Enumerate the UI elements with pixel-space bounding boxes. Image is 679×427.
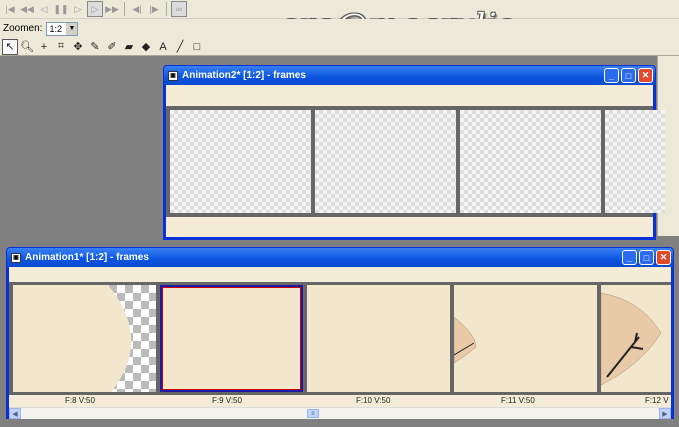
crosshair-icon[interactable]: +	[36, 39, 52, 55]
scroll-thumb[interactable]: ≡	[306, 409, 319, 418]
frame-label: F:10 V:50	[356, 396, 391, 405]
zoom-toolbar: Zoomen: 1:2 ▼	[0, 19, 679, 38]
zoom-value: 1:2	[49, 23, 62, 34]
tools-toolbar: ↖ 🔍︎ + ⌗ ✥ ✎ ✐ ▰ ◆ A ╱ □	[0, 38, 679, 56]
scroll-left-icon[interactable]: ◀	[9, 408, 21, 419]
window-titlebar[interactable]: ▣ Animation2* [1:2] - frames _ □ ✕	[164, 66, 655, 85]
frame-thumbnail-selected[interactable]	[160, 285, 303, 392]
maximize-icon[interactable]: □	[621, 68, 636, 83]
brush-icon[interactable]: ✐	[104, 39, 120, 55]
play-icon[interactable]: ▷	[87, 1, 103, 17]
line-icon[interactable]: ╱	[172, 39, 188, 55]
animation1-window[interactable]: ▣ Animation1* [1:2] - frames _ □ ✕ F:8 V…	[6, 247, 674, 419]
fill-icon[interactable]: ◆	[138, 39, 154, 55]
app-icon: ▣	[11, 252, 21, 263]
maximize-icon[interactable]: □	[639, 250, 654, 265]
frame-thumbnail[interactable]	[13, 285, 156, 392]
toolbar-separator	[124, 2, 125, 16]
next-frame-icon[interactable]: ▷	[70, 1, 86, 17]
frame-label: F:9 V:50	[212, 396, 242, 405]
zoom-select[interactable]: 1:2 ▼	[46, 21, 79, 36]
close-icon[interactable]: ✕	[638, 68, 653, 83]
pause-icon[interactable]: ❚❚	[53, 1, 69, 17]
rectangle-icon[interactable]: □	[189, 39, 205, 55]
frame-thumbnail[interactable]	[460, 110, 601, 213]
animation2-window[interactable]: ▣ Animation2* [1:2] - frames _ □ ✕	[163, 65, 665, 240]
frame-thumbnail[interactable]	[605, 110, 665, 213]
frame-thumbnail[interactable]	[170, 110, 311, 213]
frame-thumbnail[interactable]	[315, 110, 456, 213]
toolbar-separator	[166, 2, 167, 16]
frame-thumbnail[interactable]	[454, 285, 597, 392]
scroll-right-icon[interactable]: ▶	[659, 408, 671, 419]
minimize-icon[interactable]: _	[622, 250, 637, 265]
frame-label: F:8 V:50	[65, 396, 95, 405]
window-titlebar[interactable]: ▣ Animation1* [1:2] - frames _ □ ✕	[7, 248, 673, 267]
text-icon[interactable]: A	[155, 39, 171, 55]
frame-art	[454, 316, 477, 364]
frame-strip	[166, 106, 665, 217]
fast-forward-icon[interactable]: ▶▶	[104, 1, 120, 17]
frame-thumbnail[interactable]	[307, 285, 450, 392]
minimize-icon[interactable]: _	[604, 68, 619, 83]
frame-art	[601, 292, 662, 386]
crop-icon[interactable]: ⌗	[53, 39, 69, 55]
horizontal-scrollbar[interactable]: ◀ ≡ ▶	[9, 407, 671, 419]
step-back-icon[interactable]: ◀|	[129, 1, 145, 17]
zoom-icon[interactable]: 🔍︎	[19, 39, 35, 55]
select-arrow-icon[interactable]: ↖	[2, 38, 18, 55]
frame-thumbnail[interactable]	[601, 285, 671, 392]
frame-label: F:11 V:50	[501, 396, 535, 405]
window-title: Animation1* [1:2] - frames	[25, 252, 149, 263]
eraser-icon[interactable]: ▰	[121, 39, 137, 55]
loop-icon[interactable]: ∞	[171, 1, 187, 17]
move-icon[interactable]: ✥	[70, 39, 86, 55]
rewind-icon[interactable]: ◀◀	[19, 1, 35, 17]
frame-label: F:12 V	[645, 396, 669, 405]
window-title: Animation2* [1:2] - frames	[182, 70, 306, 81]
prev-frame-icon[interactable]: ◁	[36, 1, 52, 17]
step-forward-icon[interactable]: |▶	[146, 1, 162, 17]
zoom-label: Zoomen:	[3, 23, 43, 34]
app-icon: ▣	[168, 70, 178, 81]
frame-strip	[9, 282, 671, 395]
window-body	[166, 85, 665, 237]
chevron-down-icon[interactable]: ▼	[66, 22, 78, 35]
window-body: F:8 V:50 F:9 V:50 F:10 V:50 F:11 V:50 F:…	[9, 267, 671, 419]
close-icon[interactable]: ✕	[656, 250, 671, 265]
frame-art	[108, 285, 156, 392]
dropper-icon[interactable]: ✎	[87, 39, 103, 55]
first-frame-icon[interactable]: |◀	[2, 1, 18, 17]
